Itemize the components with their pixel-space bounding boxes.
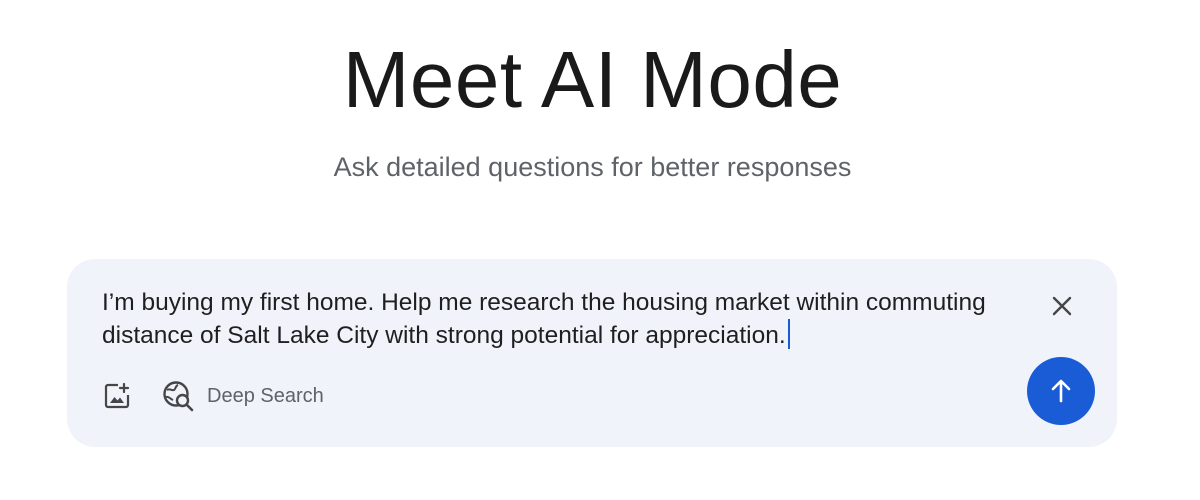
page-title: Meet AI Mode	[342, 35, 843, 124]
add-image-button[interactable]	[101, 380, 133, 412]
deep-search-globe-icon	[163, 381, 194, 412]
deep-search-button[interactable]: Deep Search	[161, 379, 324, 413]
query-text: I’m buying my first home. Help me resear…	[102, 289, 993, 349]
submit-button[interactable]	[1027, 357, 1095, 425]
page-subtitle: Ask detailed questions for better respon…	[333, 152, 852, 182]
add-image-icon	[104, 382, 130, 409]
arrow-up-icon	[1051, 379, 1071, 403]
search-box[interactable]: I’m buying my first home. Help me resear…	[67, 259, 1117, 447]
text-caret	[787, 319, 790, 349]
clear-button[interactable]	[1045, 289, 1079, 323]
ai-mode-page: Meet AI Mode Ask detailed questions for …	[0, 0, 1200, 500]
query-input[interactable]: I’m buying my first home. Help me resear…	[102, 287, 1022, 352]
close-icon	[1052, 296, 1072, 316]
deep-search-label: Deep Search	[207, 384, 324, 407]
